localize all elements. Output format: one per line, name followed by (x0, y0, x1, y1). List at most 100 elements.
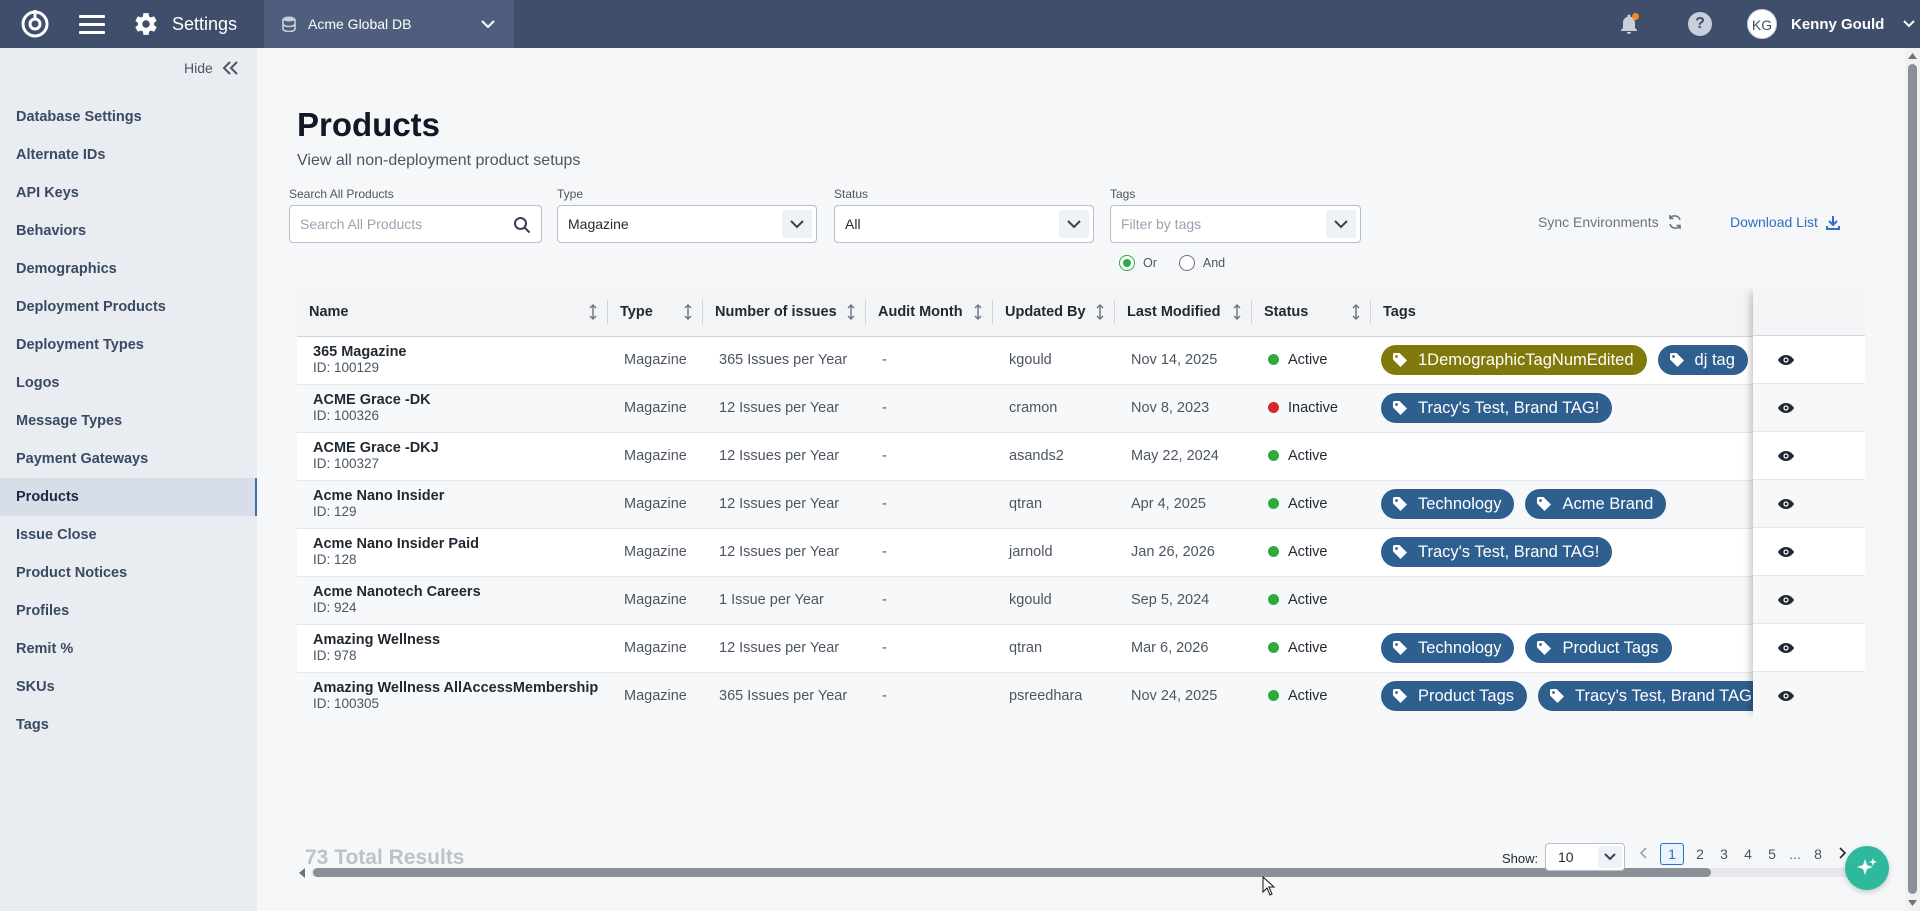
sidebar-item-message-types[interactable]: Message Types (0, 402, 257, 440)
notification-bell-icon[interactable] (1617, 12, 1641, 36)
product-name[interactable]: Acme Nanotech Careers (313, 584, 608, 600)
sort-icon[interactable] (1232, 304, 1242, 324)
product-name[interactable]: Acme Nano Insider (313, 488, 608, 504)
page-4-button[interactable]: 4 (1736, 846, 1760, 862)
horizontal-scrollbar[interactable] (297, 865, 1865, 879)
hide-sidebar-button[interactable]: Hide (184, 60, 239, 76)
sidebar-item-logos[interactable]: Logos (0, 364, 257, 402)
or-radio[interactable] (1119, 255, 1135, 271)
sync-environments-button[interactable]: Sync Environments (1538, 214, 1683, 230)
column-header[interactable]: Audit Month (866, 288, 993, 337)
view-button[interactable] (1753, 528, 1865, 576)
sidebar-item-payment-gateways[interactable]: Payment Gateways (0, 440, 257, 478)
sidebar-item-skus[interactable]: SKUs (0, 668, 257, 706)
table-row[interactable]: Acme Nano Insider ID: 129 Magazine 12 Issue… (297, 480, 1865, 529)
scroll-up-icon[interactable] (1907, 51, 1918, 60)
sidebar-item-api-keys[interactable]: API Keys (0, 174, 257, 212)
table-row[interactable]: ACME Grace -DKJ ID: 100327 Magazine 12 Issu… (297, 432, 1865, 481)
tags-filter-input[interactable]: Filter by tags (1110, 205, 1361, 243)
sort-icon[interactable] (846, 304, 856, 324)
tag-chip[interactable]: dj tag (1657, 345, 1748, 375)
tag-chip[interactable]: Product Tags (1381, 681, 1528, 711)
type-select[interactable]: Magazine (557, 205, 817, 243)
column-header[interactable]: Updated By (993, 288, 1115, 337)
tag-chip[interactable]: 1DemographicTagNumEdited (1381, 345, 1647, 375)
vertical-scrollbar[interactable] (1905, 48, 1920, 911)
tag-chip[interactable]: Product Tags (1525, 633, 1672, 663)
prev-page-button[interactable] (1632, 846, 1656, 862)
product-name[interactable]: ACME Grace -DK (313, 392, 608, 408)
tag-chip[interactable]: Acme Brand (1525, 489, 1667, 519)
sidebar-item-database-settings[interactable]: Database Settings (0, 98, 257, 136)
sort-icon[interactable] (1095, 304, 1105, 324)
table-row[interactable]: 365 Magazine ID: 100129 Magazine 365 Issues… (297, 336, 1865, 385)
sidebar-item-product-notices[interactable]: Product Notices (0, 554, 257, 592)
assistant-sparkle-button[interactable] (1845, 846, 1889, 890)
status-select[interactable]: All (834, 205, 1094, 243)
chevron-down-icon[interactable] (1903, 19, 1915, 29)
view-button[interactable] (1753, 576, 1865, 624)
page-3-button[interactable]: 3 (1712, 846, 1736, 862)
view-button[interactable] (1753, 336, 1865, 384)
table-row[interactable]: Amazing Wellness ID: 978 Magazine 12 Issues… (297, 624, 1865, 673)
column-header[interactable]: Number of issues (703, 288, 866, 337)
pagination-ellipsis[interactable]: ... (1784, 846, 1806, 862)
scroll-down-icon[interactable] (1907, 899, 1918, 908)
sidebar-item-deployment-products[interactable]: Deployment Products (0, 288, 257, 326)
sidebar-item-deployment-types[interactable]: Deployment Types (0, 326, 257, 364)
sidebar-item-issue-close[interactable]: Issue Close (0, 516, 257, 554)
search-icon[interactable] (513, 216, 531, 234)
table-header-row: Name Type Number of issues Audit Month Updat… (297, 288, 1865, 337)
sidebar-item-products[interactable]: Products (0, 478, 257, 516)
app-logo-icon[interactable] (17, 6, 53, 42)
page-5-button[interactable]: 5 (1760, 846, 1784, 862)
view-button[interactable] (1753, 624, 1865, 672)
column-header[interactable]: Type (608, 288, 703, 337)
sidebar-item-profiles[interactable]: Profiles (0, 592, 257, 630)
search-input[interactable]: Search All Products (289, 205, 542, 243)
column-header[interactable]: Name (297, 288, 608, 337)
table-row[interactable]: Amazing Wellness AllAccessMembership ID: … (297, 672, 1865, 718)
sort-icon[interactable] (1351, 304, 1361, 324)
sort-icon[interactable] (588, 304, 598, 324)
product-name[interactable]: ACME Grace -DKJ (313, 440, 608, 456)
last-page-button[interactable]: 8 (1806, 846, 1830, 862)
sort-icon[interactable] (683, 304, 693, 324)
sidebar-item-tags[interactable]: Tags (0, 706, 257, 744)
database-selector[interactable]: Acme Global DB (264, 0, 514, 48)
sort-icon[interactable] (973, 304, 983, 324)
help-icon[interactable]: ? (1688, 12, 1712, 36)
user-name[interactable]: Kenny Gould (1791, 16, 1884, 33)
view-button[interactable] (1753, 384, 1865, 432)
hamburger-menu-icon[interactable] (79, 14, 105, 34)
view-button[interactable] (1753, 480, 1865, 528)
tag-chip[interactable]: Technology (1381, 489, 1515, 519)
column-header[interactable]: Last Modified (1115, 288, 1252, 337)
tag-chip[interactable]: Tracy's Test, Brand TAG! (1381, 393, 1613, 423)
sidebar-item-alternate-ids[interactable]: Alternate IDs (0, 136, 257, 174)
table-row[interactable]: Acme Nanotech Careers ID: 924 Magazine 1 Is… (297, 576, 1865, 625)
view-button[interactable] (1753, 672, 1865, 718)
tag-chip[interactable]: Technology (1381, 633, 1515, 663)
and-radio[interactable] (1178, 255, 1195, 271)
column-header[interactable]: Status (1252, 288, 1371, 337)
page-2-button[interactable]: 2 (1688, 846, 1712, 862)
page-1-button[interactable]: 1 (1660, 843, 1684, 865)
eye-icon (1778, 690, 1794, 701)
download-list-button[interactable]: Download List (1730, 214, 1840, 230)
tag-chip[interactable]: Tracy's Test, Brand TAG! (1538, 681, 1770, 711)
avatar[interactable]: KG (1747, 9, 1777, 39)
product-name[interactable]: 365 Magazine (313, 344, 608, 360)
product-name[interactable]: Acme Nano Insider Paid (313, 536, 608, 552)
sidebar-item-demographics[interactable]: Demographics (0, 250, 257, 288)
product-name[interactable]: Amazing Wellness (313, 632, 608, 648)
table-row[interactable]: Acme Nano Insider Paid ID: 128 Magazine 12 … (297, 528, 1865, 577)
sidebar-item-remit[interactable]: Remit % (0, 630, 257, 668)
table-row[interactable]: ACME Grace -DK ID: 100326 Magazine 12 Issue… (297, 384, 1865, 433)
sidebar-item-behaviors[interactable]: Behaviors (0, 212, 257, 250)
product-name[interactable]: Amazing Wellness AllAccessMembership (313, 680, 608, 696)
page-size-select[interactable]: 10 (1545, 843, 1625, 871)
status-label: Active (1288, 448, 1328, 464)
tag-chip[interactable]: Tracy's Test, Brand TAG! (1381, 537, 1613, 567)
view-button[interactable] (1753, 432, 1865, 480)
